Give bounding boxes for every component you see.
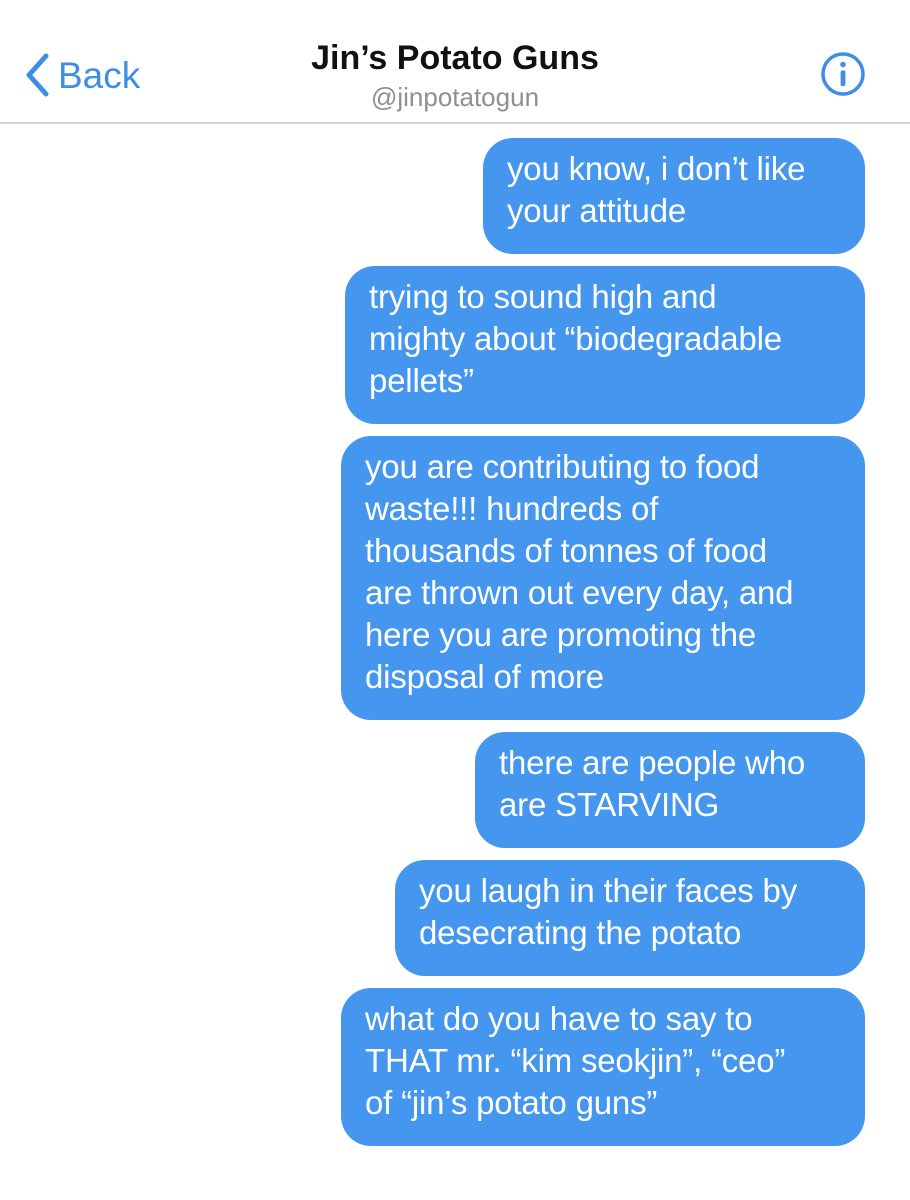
- message-bubble-3[interactable]: you are contributing to food waste!!! hu…: [341, 436, 865, 720]
- info-button[interactable]: [820, 51, 866, 97]
- contact-handle: @jinpotatogun: [370, 82, 540, 112]
- message-bubble-2[interactable]: trying to sound high and mighty about “b…: [345, 266, 865, 424]
- conversation-header: Back Jin’s Potato Guns @jinpotatogun: [0, 0, 910, 124]
- message-bubble-6[interactable]: what do you have to say to THAT mr. “kim…: [341, 988, 865, 1146]
- message-bubble-5[interactable]: you laugh in their faces by desecrating …: [395, 860, 865, 976]
- info-circle-icon: [820, 51, 866, 97]
- message-bubble-4[interactable]: there are people who are STARVING: [475, 732, 865, 848]
- message-bubble-1[interactable]: you know, i don’t like your attitude: [483, 138, 865, 254]
- conversation-title: Jin’s Potato Guns: [311, 39, 599, 77]
